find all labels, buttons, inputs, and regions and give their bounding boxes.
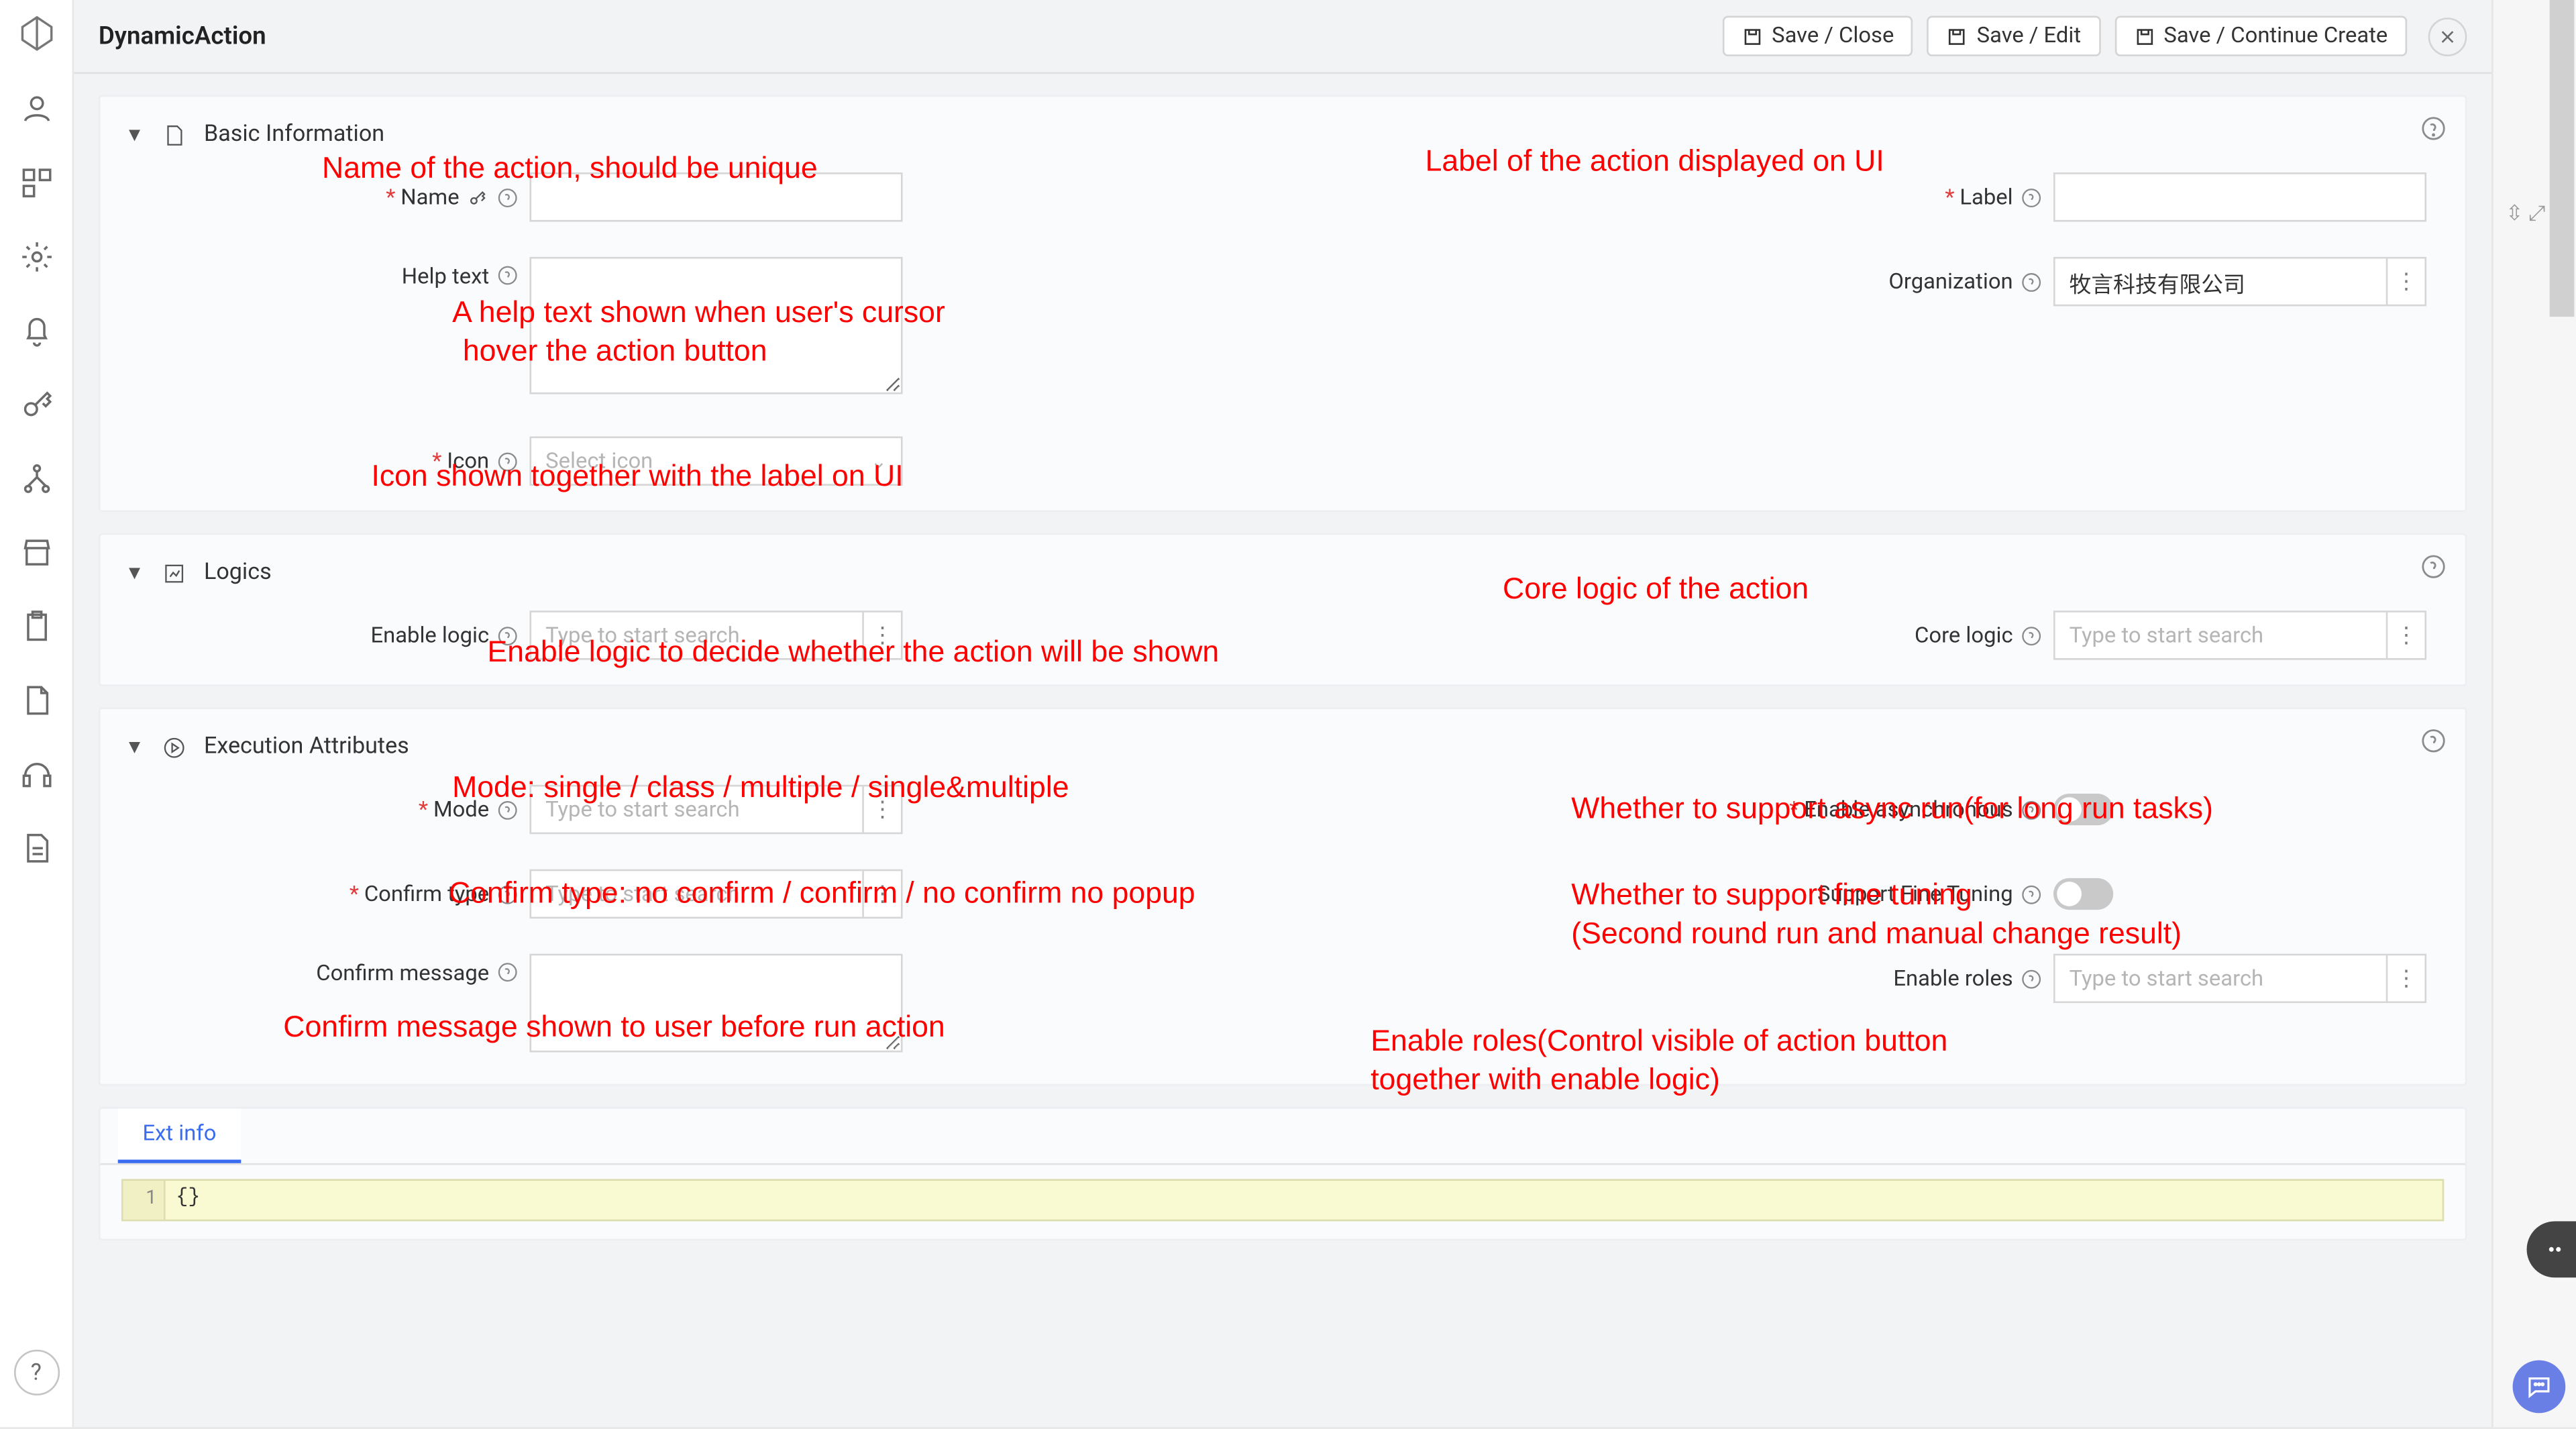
bell-icon[interactable] (19, 313, 54, 348)
save-icon (1742, 25, 1763, 46)
scrollbar-thumb[interactable] (2550, 0, 2575, 317)
field-label-support-fine: Support Fine Tuning (1817, 881, 2013, 907)
play-circle-icon (162, 735, 186, 759)
code-line-number: 1 (123, 1181, 166, 1220)
module-icon[interactable] (19, 166, 54, 201)
lookup-button[interactable]: ⋮ (2386, 613, 2425, 658)
enable-async-switch[interactable] (2053, 794, 2113, 825)
key-icon[interactable] (19, 387, 54, 422)
section-title: Basic Information (204, 121, 384, 148)
field-label-helptext: Help text (402, 264, 489, 290)
help-icon[interactable] (2020, 882, 2043, 905)
help-icon[interactable] (496, 449, 519, 472)
field-label-enable-async: Enable asynchronous (1804, 796, 2012, 823)
headset-icon[interactable] (19, 757, 54, 792)
field-label-icon: Icon (447, 448, 489, 474)
lookup-button[interactable]: ⋮ (2386, 259, 2425, 305)
annotation: together with enable logic) (1371, 1061, 1720, 1099)
save-edit-button[interactable]: Save / Edit (1927, 16, 2100, 56)
field-label-name: Name (400, 184, 459, 210)
help-icon[interactable] (2020, 624, 2043, 647)
save-continue-button[interactable]: Save / Continue Create (2114, 16, 2407, 56)
save-icon (2134, 25, 2155, 46)
core-logic-lookup[interactable]: Type to start search ⋮ (2053, 611, 2426, 659)
gear-icon[interactable] (19, 240, 54, 274)
code-line: {} (166, 1181, 211, 1220)
close-icon (2437, 25, 2458, 46)
page-header: DynamicAction Save / Close Save / Edit S… (74, 0, 2491, 74)
drag-handle-icon[interactable]: ⇳ ⤢ (2506, 197, 2548, 229)
main-content: ▼ Basic Information *Name *Label Help te (74, 74, 2491, 1427)
section-help-icon[interactable] (2420, 553, 2448, 581)
label-input[interactable] (2053, 172, 2426, 221)
section-title: Execution Attributes (204, 734, 409, 760)
help-icon[interactable] (2020, 270, 2043, 293)
organization-lookup[interactable]: 牧言科技有限公司 ⋮ (2053, 257, 2426, 306)
confirm-message-input[interactable] (530, 954, 903, 1053)
key-icon (466, 186, 489, 209)
section-title: Logics (204, 560, 272, 586)
file-icon[interactable] (19, 683, 54, 718)
mode-lookup[interactable]: Type to start search ⋮ (530, 785, 903, 834)
help-icon[interactable] (496, 624, 519, 647)
collapse-caret-icon[interactable]: ▼ (125, 123, 144, 146)
document-icon (162, 122, 186, 147)
save-icon (1947, 25, 1968, 46)
section-logics: ▼ Logics Enable logic Type to start sear… (99, 533, 2467, 686)
field-label-core-logic: Core logic (1915, 622, 2013, 648)
save-close-button[interactable]: Save / Close (1723, 16, 1914, 56)
field-label-enable-logic: Enable logic (370, 622, 489, 648)
help-icon[interactable] (2020, 967, 2043, 990)
help-icon[interactable] (496, 264, 519, 286)
lookup-button[interactable]: ⋮ (862, 786, 901, 832)
section-execution-attributes: ▼ Execution Attributes *Mode Type to sta… (99, 707, 2467, 1086)
assistant-bubble-icon[interactable] (2527, 1221, 2576, 1277)
icon-select[interactable]: Select icon ⌄ (530, 436, 903, 485)
ext-info-panel: Ext info 1 {} (99, 1107, 2467, 1240)
help-icon[interactable] (496, 961, 519, 984)
app-logo-icon (17, 14, 56, 53)
tab-ext-info[interactable]: Ext info (118, 1108, 241, 1163)
field-label-organization: Organization (1888, 268, 2012, 295)
page-title: DynamicAction (99, 22, 266, 50)
support-fine-switch[interactable] (2053, 878, 2113, 910)
lookup-button[interactable]: ⋮ (2386, 955, 2425, 1001)
store-icon[interactable] (19, 535, 54, 570)
chart-icon (162, 560, 186, 585)
tree-icon[interactable] (19, 461, 54, 496)
collapse-caret-icon[interactable]: ▼ (125, 735, 144, 758)
chat-bubble-icon[interactable] (2513, 1361, 2566, 1414)
lookup-button[interactable]: ⋮ (862, 871, 901, 916)
outer-scroll-strip: ⇳ ⤢ (2491, 0, 2576, 1427)
clipboard-icon[interactable] (19, 609, 54, 644)
enable-roles-lookup[interactable]: Type to start search ⋮ (2053, 954, 2426, 1003)
doc-icon[interactable] (19, 831, 54, 865)
help-icon[interactable] (2020, 798, 2043, 821)
field-label-enable-roles: Enable roles (1893, 965, 2012, 992)
field-label-mode: Mode (433, 796, 489, 823)
chevron-down-icon: ⌄ (871, 449, 887, 472)
field-label-confirm-type: Confirm type (364, 881, 489, 907)
help-icon[interactable] (496, 798, 519, 821)
name-input[interactable] (530, 172, 903, 221)
section-help-icon[interactable] (2420, 114, 2448, 142)
help-icon[interactable] (496, 186, 519, 209)
help-icon[interactable]: ? (13, 1350, 59, 1395)
enable-logic-lookup[interactable]: Type to start search ⋮ (530, 611, 903, 659)
collapse-caret-icon[interactable]: ▼ (125, 562, 144, 584)
field-label-label: Label (1960, 184, 2012, 210)
help-icon[interactable] (2020, 186, 2043, 209)
helptext-input[interactable] (530, 257, 903, 394)
lookup-button[interactable]: ⋮ (862, 613, 901, 658)
confirm-type-lookup[interactable]: Type to start search ⋮ (530, 869, 903, 918)
user-icon[interactable] (19, 91, 54, 126)
section-help-icon[interactable] (2420, 727, 2448, 755)
code-editor[interactable]: 1 {} (121, 1179, 2444, 1221)
close-button[interactable] (2428, 17, 2467, 56)
help-icon[interactable] (496, 882, 519, 905)
organization-value: 牧言科技有限公司 (2055, 265, 2386, 299)
section-basic-information: ▼ Basic Information *Name *Label Help te (99, 95, 2467, 513)
field-label-confirm-message: Confirm message (316, 961, 489, 987)
app-rail: ? (0, 0, 74, 1427)
